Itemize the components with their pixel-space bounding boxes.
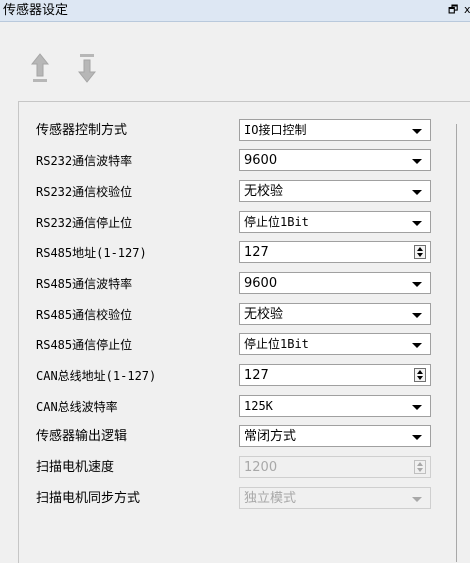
setting-dropdown[interactable]: 9600 <box>239 272 431 294</box>
settings-panel: 传感器控制方式 IO接口控制 RS232通信波特率 9600 RS232通信校验位 无校验… <box>18 101 470 563</box>
chevron-down-icon[interactable] <box>412 405 422 410</box>
setting-value: 无校验 <box>244 307 284 322</box>
setting-value: 9600 <box>244 153 278 168</box>
arrow-up-icon[interactable] <box>31 52 49 86</box>
chevron-down-icon[interactable] <box>412 435 422 440</box>
setting-value: 127 <box>244 245 269 260</box>
setting-label: CAN总线波特率 <box>36 400 118 414</box>
setting-value: IO接口控制 <box>244 123 307 137</box>
spin-up-icon[interactable] <box>417 370 423 374</box>
setting-dropdown[interactable]: 9600 <box>239 149 431 171</box>
chevron-down-icon[interactable] <box>412 282 422 287</box>
setting-row: RS485通信停止位 停止位1Bit <box>19 330 459 360</box>
setting-value: 停止位1Bit <box>244 215 309 229</box>
setting-label: RS485地址(1-127) <box>36 246 147 260</box>
setting-row: 扫描电机速度 1200 <box>19 453 459 483</box>
chevron-down-icon[interactable] <box>412 190 422 195</box>
close-icon[interactable]: x <box>464 3 470 17</box>
setting-row: RS232通信波特率 9600 <box>19 146 459 176</box>
spin-down-icon[interactable] <box>417 253 423 257</box>
spin-arrows-icon <box>414 460 426 474</box>
setting-label: 扫描电机速度 <box>36 460 115 475</box>
setting-row: 传感器控制方式 IO接口控制 <box>19 116 459 146</box>
setting-label: RS232通信波特率 <box>36 154 133 168</box>
restore-icon[interactable]: 🗗 <box>448 3 458 17</box>
setting-value: 127 <box>244 368 269 383</box>
chevron-down-icon[interactable] <box>412 159 422 164</box>
setting-label: CAN总线地址(1-127) <box>36 369 157 383</box>
setting-row: CAN总线地址(1-127) 127 <box>19 361 459 391</box>
panel-titlebar: 传感器设定 🗗 x <box>0 0 470 22</box>
chevron-down-icon[interactable] <box>412 221 422 226</box>
setting-row: RS485地址(1-127) 127 <box>19 238 459 268</box>
setting-row: RS485通信校验位 无校验 <box>19 300 459 330</box>
setting-row: 扫描电机同步方式 独立模式 <box>19 484 459 514</box>
setting-label: RS232通信校验位 <box>36 185 133 199</box>
setting-value: 停止位1Bit <box>244 337 309 351</box>
setting-row: RS232通信校验位 无校验 <box>19 177 459 207</box>
setting-row: 传感器输出逻辑 常闭方式 <box>19 422 459 452</box>
spin-up-icon <box>417 462 423 466</box>
setting-label: RS485通信波特率 <box>36 277 133 291</box>
setting-dropdown[interactable]: 常闭方式 <box>239 425 431 447</box>
setting-value: 无校验 <box>244 184 284 199</box>
vertical-scrollbar-track[interactable] <box>456 124 457 562</box>
setting-value: 125K <box>244 399 273 413</box>
spin-arrows-icon[interactable] <box>414 368 426 382</box>
setting-spinbox[interactable]: 127 <box>239 364 431 386</box>
setting-dropdown[interactable]: IO接口控制 <box>239 119 431 141</box>
setting-dropdown[interactable]: 125K <box>239 395 431 417</box>
setting-label: 传感器控制方式 <box>36 123 128 138</box>
setting-dropdown: 独立模式 <box>239 487 431 509</box>
setting-value: 常闭方式 <box>244 429 297 444</box>
chevron-down-icon[interactable] <box>412 313 422 318</box>
setting-value: 独立模式 <box>244 491 297 506</box>
setting-row: CAN总线波特率 125K <box>19 392 459 422</box>
spin-down-icon[interactable] <box>417 376 423 380</box>
setting-dropdown[interactable]: 停止位1Bit <box>239 333 431 355</box>
setting-dropdown[interactable]: 停止位1Bit <box>239 211 431 233</box>
spin-up-icon[interactable] <box>417 247 423 251</box>
chevron-down-icon[interactable] <box>412 129 422 134</box>
arrow-down-icon[interactable] <box>78 52 96 86</box>
spin-down-icon <box>417 468 423 472</box>
panel-title: 传感器设定 <box>3 3 69 18</box>
chevron-down-icon[interactable] <box>412 343 422 348</box>
setting-label: 传感器输出逻辑 <box>36 429 128 444</box>
setting-label: 扫描电机同步方式 <box>36 491 141 506</box>
setting-value: 9600 <box>244 276 278 291</box>
setting-spinbox: 1200 <box>239 456 431 478</box>
setting-label: RS485通信停止位 <box>36 338 133 352</box>
setting-row: RS485通信波特率 9600 <box>19 269 459 299</box>
chevron-down-icon <box>412 497 422 502</box>
setting-dropdown[interactable]: 无校验 <box>239 303 431 325</box>
setting-label: RS232通信停止位 <box>36 216 133 230</box>
setting-row: RS232通信停止位 停止位1Bit <box>19 208 459 238</box>
setting-label: RS485通信校验位 <box>36 308 133 322</box>
setting-dropdown[interactable]: 无校验 <box>239 180 431 202</box>
setting-value: 1200 <box>244 460 278 475</box>
spin-arrows-icon[interactable] <box>414 245 426 259</box>
setting-spinbox[interactable]: 127 <box>239 241 431 263</box>
